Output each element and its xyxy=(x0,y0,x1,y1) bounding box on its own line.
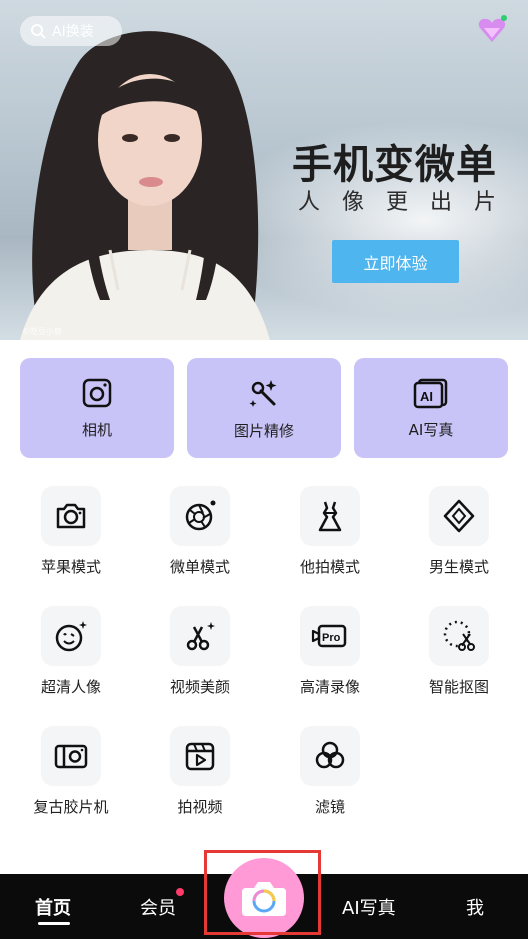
ai-outfit-search[interactable]: AI换装 xyxy=(20,16,122,46)
tool-label: 男生模式 xyxy=(428,558,489,576)
tool-label: 复古胶片机 xyxy=(33,798,109,816)
ai-photo-icon: AI xyxy=(413,378,448,408)
cutout-icon xyxy=(443,620,475,651)
camera-card-label: 相机 xyxy=(81,420,112,439)
tool-retro-film-camera[interactable]: 复古胶片机 xyxy=(11,726,131,817)
tool-label: 超清人像 xyxy=(40,678,101,696)
banner-headline: 手机变微单 xyxy=(292,142,497,188)
tool-hd-portrait[interactable]: 超清人像 xyxy=(11,606,131,697)
tool-smart-cutout[interactable]: 智能抠图 xyxy=(399,606,519,697)
tool-label: 拍视频 xyxy=(177,798,223,816)
tool-tile xyxy=(429,606,489,666)
svg-text:Pro: Pro xyxy=(322,632,341,644)
tool-others-shoot-mode[interactable]: 他拍模式 xyxy=(270,486,390,577)
tool-tile xyxy=(300,486,360,546)
ai-portrait-card[interactable]: AI AI写真 xyxy=(354,358,508,458)
svg-text:AI: AI xyxy=(420,389,433,404)
tool-label: 苹果模式 xyxy=(40,558,101,576)
tool-tile xyxy=(429,486,489,546)
filter-circles-icon xyxy=(315,741,345,769)
tool-hd-recording[interactable]: Pro 高清录像 xyxy=(270,606,390,697)
vip-notification-dot xyxy=(176,888,184,896)
banner-subline: 人像更出片 xyxy=(298,190,519,215)
pro-video-icon: Pro xyxy=(311,624,347,648)
tool-mirrorless-mode[interactable]: 微单模式 xyxy=(140,486,260,577)
search-label: AI换装 xyxy=(52,24,94,40)
tool-tile: Pro xyxy=(300,606,360,666)
tool-filter[interactable]: 滤镜 xyxy=(270,726,390,817)
nav-home-underline xyxy=(38,922,70,925)
dress-icon xyxy=(318,501,342,532)
tool-label: 智能抠图 xyxy=(428,678,489,696)
photo-retouch-card-label: 图片精修 xyxy=(233,421,294,440)
film-camera-icon xyxy=(54,744,88,769)
tool-tile xyxy=(170,726,230,786)
clapper-icon xyxy=(185,742,215,771)
diamond-icon xyxy=(443,499,475,533)
tool-tile xyxy=(170,606,230,666)
camera-outline-icon xyxy=(56,503,86,529)
nav-home[interactable]: 首页 xyxy=(35,894,71,920)
tool-tile xyxy=(41,486,101,546)
tool-label: 高清录像 xyxy=(299,678,360,696)
tool-male-mode[interactable]: 男生模式 xyxy=(399,486,519,577)
tool-label: 视频美颜 xyxy=(169,678,230,696)
tool-video-beauty[interactable]: 视频美颜 xyxy=(140,606,260,697)
ai-portrait-card-label: AI写真 xyxy=(408,420,454,439)
camera-icon xyxy=(82,378,112,407)
camera-card[interactable]: 相机 xyxy=(20,358,174,458)
search-icon xyxy=(31,24,46,39)
tool-shoot-video[interactable]: 拍视频 xyxy=(140,726,260,817)
try-now-button[interactable]: 立即体验 xyxy=(332,240,459,283)
magic-wand-icon xyxy=(249,379,277,407)
tool-label: 滤镜 xyxy=(314,798,345,816)
tool-label: 微单模式 xyxy=(169,558,230,576)
smile-face-icon xyxy=(55,621,87,652)
nav-ai-portrait[interactable]: AI写真 xyxy=(342,894,396,920)
scissors-sparkle-icon xyxy=(186,622,215,651)
hero-banner[interactable]: AI换装 手机变微单 人像更出片 立即体验 ©吃豆小鹿 xyxy=(0,0,528,340)
tool-apple-mode[interactable]: 苹果模式 xyxy=(11,486,131,577)
photo-retouch-card[interactable]: 图片精修 xyxy=(187,358,341,458)
banner-watermark: ©吃豆小鹿 xyxy=(22,327,62,336)
tool-tile xyxy=(41,606,101,666)
nav-me[interactable]: 我 xyxy=(466,894,484,920)
tool-tile xyxy=(170,486,230,546)
vip-heart-icon[interactable] xyxy=(476,14,508,46)
aperture-icon xyxy=(185,500,216,531)
banner-portrait-image xyxy=(20,31,270,340)
nav-vip[interactable]: 会员 xyxy=(140,894,176,920)
tool-label: 他拍模式 xyxy=(299,558,360,576)
tool-tile xyxy=(41,726,101,786)
camera-button-highlight xyxy=(204,850,321,935)
tool-tile xyxy=(300,726,360,786)
